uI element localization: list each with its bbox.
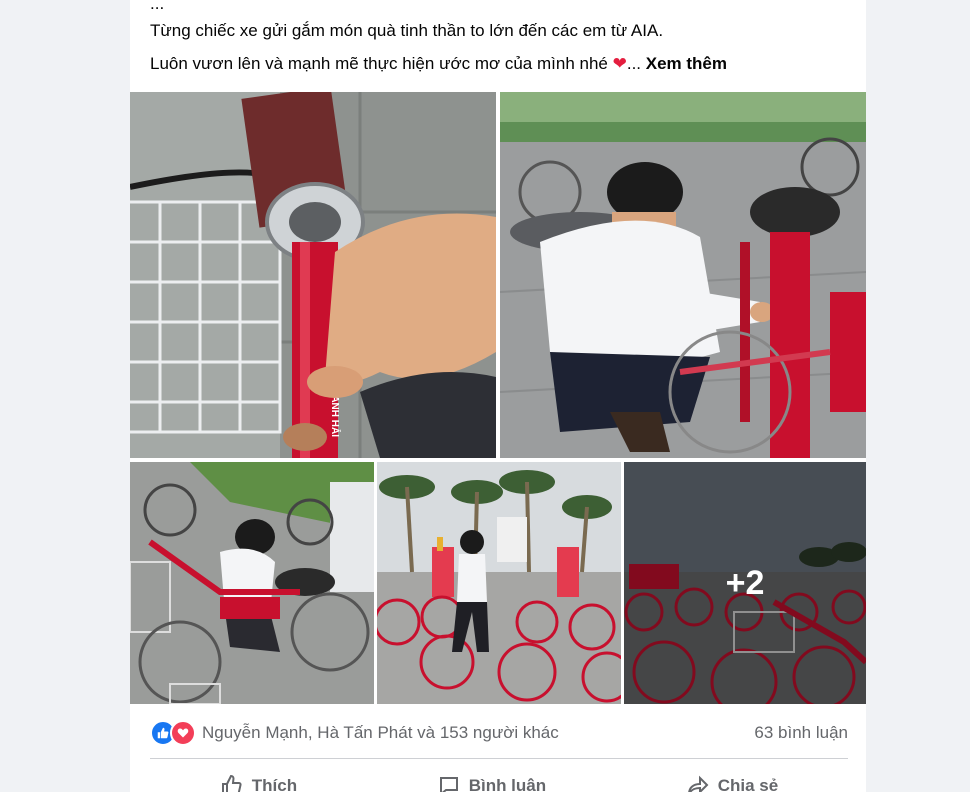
- post-photo-1[interactable]: THANH HẢI: [130, 92, 496, 458]
- share-button[interactable]: Chia sẻ: [686, 774, 778, 792]
- comment-icon: [439, 777, 458, 792]
- see-more-link[interactable]: Xem thêm: [646, 54, 727, 73]
- reactions-row: Nguyễn Mạnh, Hà Tấn Phát và 153 người kh…: [150, 718, 848, 748]
- post-photo-2[interactable]: [500, 92, 866, 458]
- reactions-summary[interactable]: Nguyễn Mạnh, Hà Tấn Phát và 153 người kh…: [150, 720, 559, 746]
- comment-button[interactable]: Bình luận: [437, 774, 546, 792]
- comment-label: Bình luận: [468, 776, 547, 792]
- heart-emoji-icon: ❤: [612, 54, 627, 73]
- action-divider: [150, 758, 848, 759]
- like-button[interactable]: Thích: [220, 774, 297, 792]
- share-icon: [687, 775, 709, 792]
- post-text-line-1: Từng chiếc xe gửi gắm món quà tinh thần …: [150, 21, 664, 40]
- post-text-line-2-content: Luôn vươn lên và mạnh mẽ thực hiện ước m…: [150, 54, 613, 73]
- like-label: Thích: [251, 776, 298, 792]
- post-text-ellipsis: ...: [150, 0, 165, 13]
- more-photos-overlay[interactable]: +2: [624, 462, 866, 704]
- post-photo-3[interactable]: [130, 462, 374, 704]
- post-photo-5[interactable]: +2: [624, 462, 866, 704]
- post-text-line-2: Luôn vươn lên và mạnh mẽ thực hiện ước m…: [150, 54, 727, 74]
- post-photo-4[interactable]: [377, 462, 621, 704]
- thumbs-up-icon: [221, 774, 242, 792]
- page-scrollbar[interactable]: [966, 0, 970, 792]
- comment-count[interactable]: 63 bình luận: [754, 723, 848, 743]
- reaction-icons: [150, 720, 196, 746]
- love-icon: [170, 720, 196, 746]
- post-text-dots: ...: [626, 54, 642, 73]
- share-label: Chia sẻ: [717, 776, 779, 792]
- reaction-names: Nguyễn Mạnh, Hà Tấn Phát và 153 người kh…: [202, 723, 559, 742]
- post-actions: Thích Bình luận Chia sẻ: [150, 766, 848, 792]
- post-card: ... Từng chiếc xe gửi gắm món quà tinh t…: [130, 0, 866, 792]
